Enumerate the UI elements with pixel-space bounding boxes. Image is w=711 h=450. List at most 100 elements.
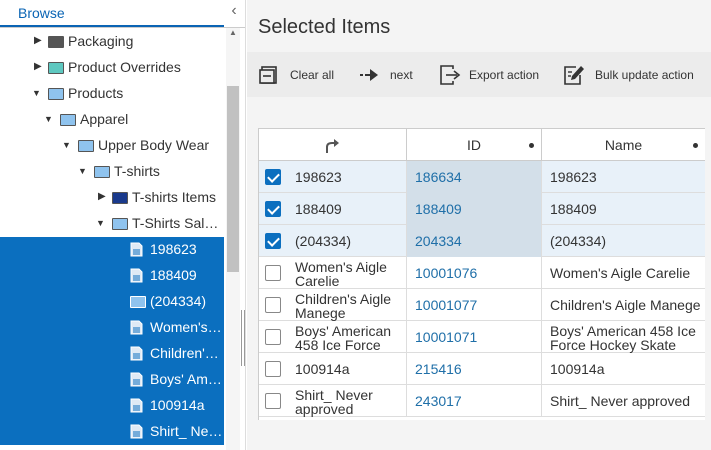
id-link[interactable]: 10001076 [415,266,477,280]
table-row[interactable]: Boys' American 458 Ice Force 10001071 Boys… [259,321,711,353]
header-id[interactable]: ID [407,129,542,161]
id-link[interactable]: 215416 [415,362,462,376]
tree-node[interactable]: ▼ T-Shirts Sal… [0,211,224,237]
export-action-button[interactable]: Export action [439,64,543,86]
tree-node[interactable]: ▼ Apparel [0,107,224,133]
selected-items-panel: Selected Items Clear all next Export act… [247,0,711,450]
caret-down-icon[interactable]: ▼ [62,138,72,152]
folder-icon [130,296,146,308]
header-name-label: Name [604,137,643,153]
caret-right-icon[interactable]: ▶ [98,190,108,204]
tree-node[interactable]: 198623 [0,237,224,263]
row-checkbox[interactable] [265,361,281,377]
row-label: 100914a [295,361,350,377]
tree-node[interactable]: ▶ T-shirts Items [0,185,224,211]
tree-node[interactable]: 188409 [0,263,224,289]
row-checkbox[interactable] [265,297,281,313]
tree-node[interactable]: Shirt_ Ne… [0,419,224,445]
export-icon [440,65,461,85]
name-text: Shirt_ Never approved [550,393,691,409]
id-cell: 215416 [407,353,542,385]
bulk-update-action-button[interactable]: Bulk update action [563,64,711,86]
browse-tab[interactable]: Browse [0,0,224,27]
caret-down-icon[interactable]: ▼ [44,112,54,126]
id-link[interactable]: 204334 [415,234,462,248]
id-link[interactable]: 10001077 [415,298,477,312]
name-cell: Boys' American 458 Ice Force Hockey Skat… [542,321,706,353]
table-row[interactable]: 188409 188409 188409 [259,193,711,225]
table-row[interactable]: 100914a 215416 100914a [259,353,711,385]
table-row[interactable]: 198623 186634 198623 [259,161,711,193]
tree-node[interactable]: ▼ Upper Body Wear [0,133,224,159]
tree-node[interactable]: Women's… [0,315,224,341]
id-link[interactable]: 188409 [415,202,462,216]
tree-node[interactable]: ▼ Products [0,81,224,107]
id-link[interactable]: 243017 [415,394,462,408]
id-cell: 188409 [407,193,542,225]
row-checkbox[interactable] [265,265,281,281]
tree-node[interactable]: Boys' Am… [0,367,224,393]
scroll-up-icon[interactable]: ▲ [228,28,238,40]
row-checkbox[interactable] [265,329,281,345]
name-text: 198623 [550,169,597,185]
table-row[interactable]: Women's Aigle Carelie 10001076 Women's Aig… [259,257,711,289]
document-icon [130,398,143,413]
chevron-left-icon[interactable]: ‹ [226,2,242,22]
row-checkbox[interactable] [265,169,281,185]
tree-node-label: T-shirts Items [132,189,217,205]
tree-node[interactable]: ▶ Product Overrides [0,55,224,81]
toolbar: Clear all next Export action Bulk update… [247,52,711,97]
caret-right-icon[interactable]: ▶ [34,34,44,48]
tree-node[interactable]: ▶ Packaging [0,29,224,55]
tree-node-label: Upper Body Wear [98,137,210,153]
redo-arrow-icon [326,139,339,153]
row-checkbox[interactable] [265,201,281,217]
caret-down-icon[interactable]: ▼ [78,164,88,178]
column-menu-icon[interactable] [529,143,534,148]
caret-down-icon[interactable]: ▼ [32,86,42,100]
id-cell: 186634 [407,161,542,193]
tree-scrollbar[interactable]: ▲ [226,28,240,450]
id-link[interactable]: 186634 [415,170,462,184]
row-select-cell: Boys' American 458 Ice Force [259,321,407,353]
table-row[interactable]: Shirt_ Never approved 243017 Shirt_ Never … [259,385,711,417]
tree-node[interactable]: Children'… [0,341,224,367]
tree-node[interactable]: ▼ T-shirts [0,159,224,185]
row-label: Boys' American 458 Ice Force [295,323,392,353]
id-cell: 204334 [407,225,542,257]
bulk-update-action-label: Bulk update action [595,68,694,82]
edit-icon [564,66,584,85]
tree-node-label: (204334) [150,293,207,309]
next-label: next [390,68,413,82]
row-select-cell: 188409 [259,193,407,225]
id-link[interactable]: 10001071 [415,330,477,344]
row-checkbox[interactable] [265,233,281,249]
tree-node[interactable]: (204334) [0,289,224,315]
row-select-cell: (204334) [259,225,407,257]
document-icon [130,320,143,335]
folder-icon [94,166,110,178]
scrollbar-thumb[interactable] [227,86,239,272]
header-id-label: ID [467,137,481,153]
clear-all-button[interactable]: Clear all [259,64,339,86]
header-name[interactable]: Name [542,129,706,161]
table-row[interactable]: (204334) 204334 (204334) [259,225,711,257]
browse-panel: Browse ‹ ▶ Packaging ▶ Product Overrides ▼ Pr… [0,0,246,450]
name-text: (204334) [550,233,607,249]
name-cell: Children's Aigle Manege [542,289,706,321]
next-button[interactable]: next [359,64,419,86]
caret-right-icon[interactable]: ▶ [34,60,44,74]
name-text: Women's Aigle Carelie [550,265,691,281]
tree-node[interactable]: 100914a [0,393,224,419]
arrow-right-icon [360,69,378,81]
name-text: Children's Aigle Manege [550,297,701,313]
folder-icon [60,114,76,126]
panel-splitter-handle[interactable] [241,310,245,366]
table-row[interactable]: Children's Aigle Manege 10001077 Children'… [259,289,711,321]
tree-node-label: 100914a [150,397,205,413]
header-sort-column[interactable] [259,129,407,161]
column-menu-icon[interactable] [693,143,698,148]
caret-down-icon[interactable]: ▼ [96,216,106,230]
row-checkbox[interactable] [265,393,281,409]
browse-header: Browse ‹ [0,0,245,28]
